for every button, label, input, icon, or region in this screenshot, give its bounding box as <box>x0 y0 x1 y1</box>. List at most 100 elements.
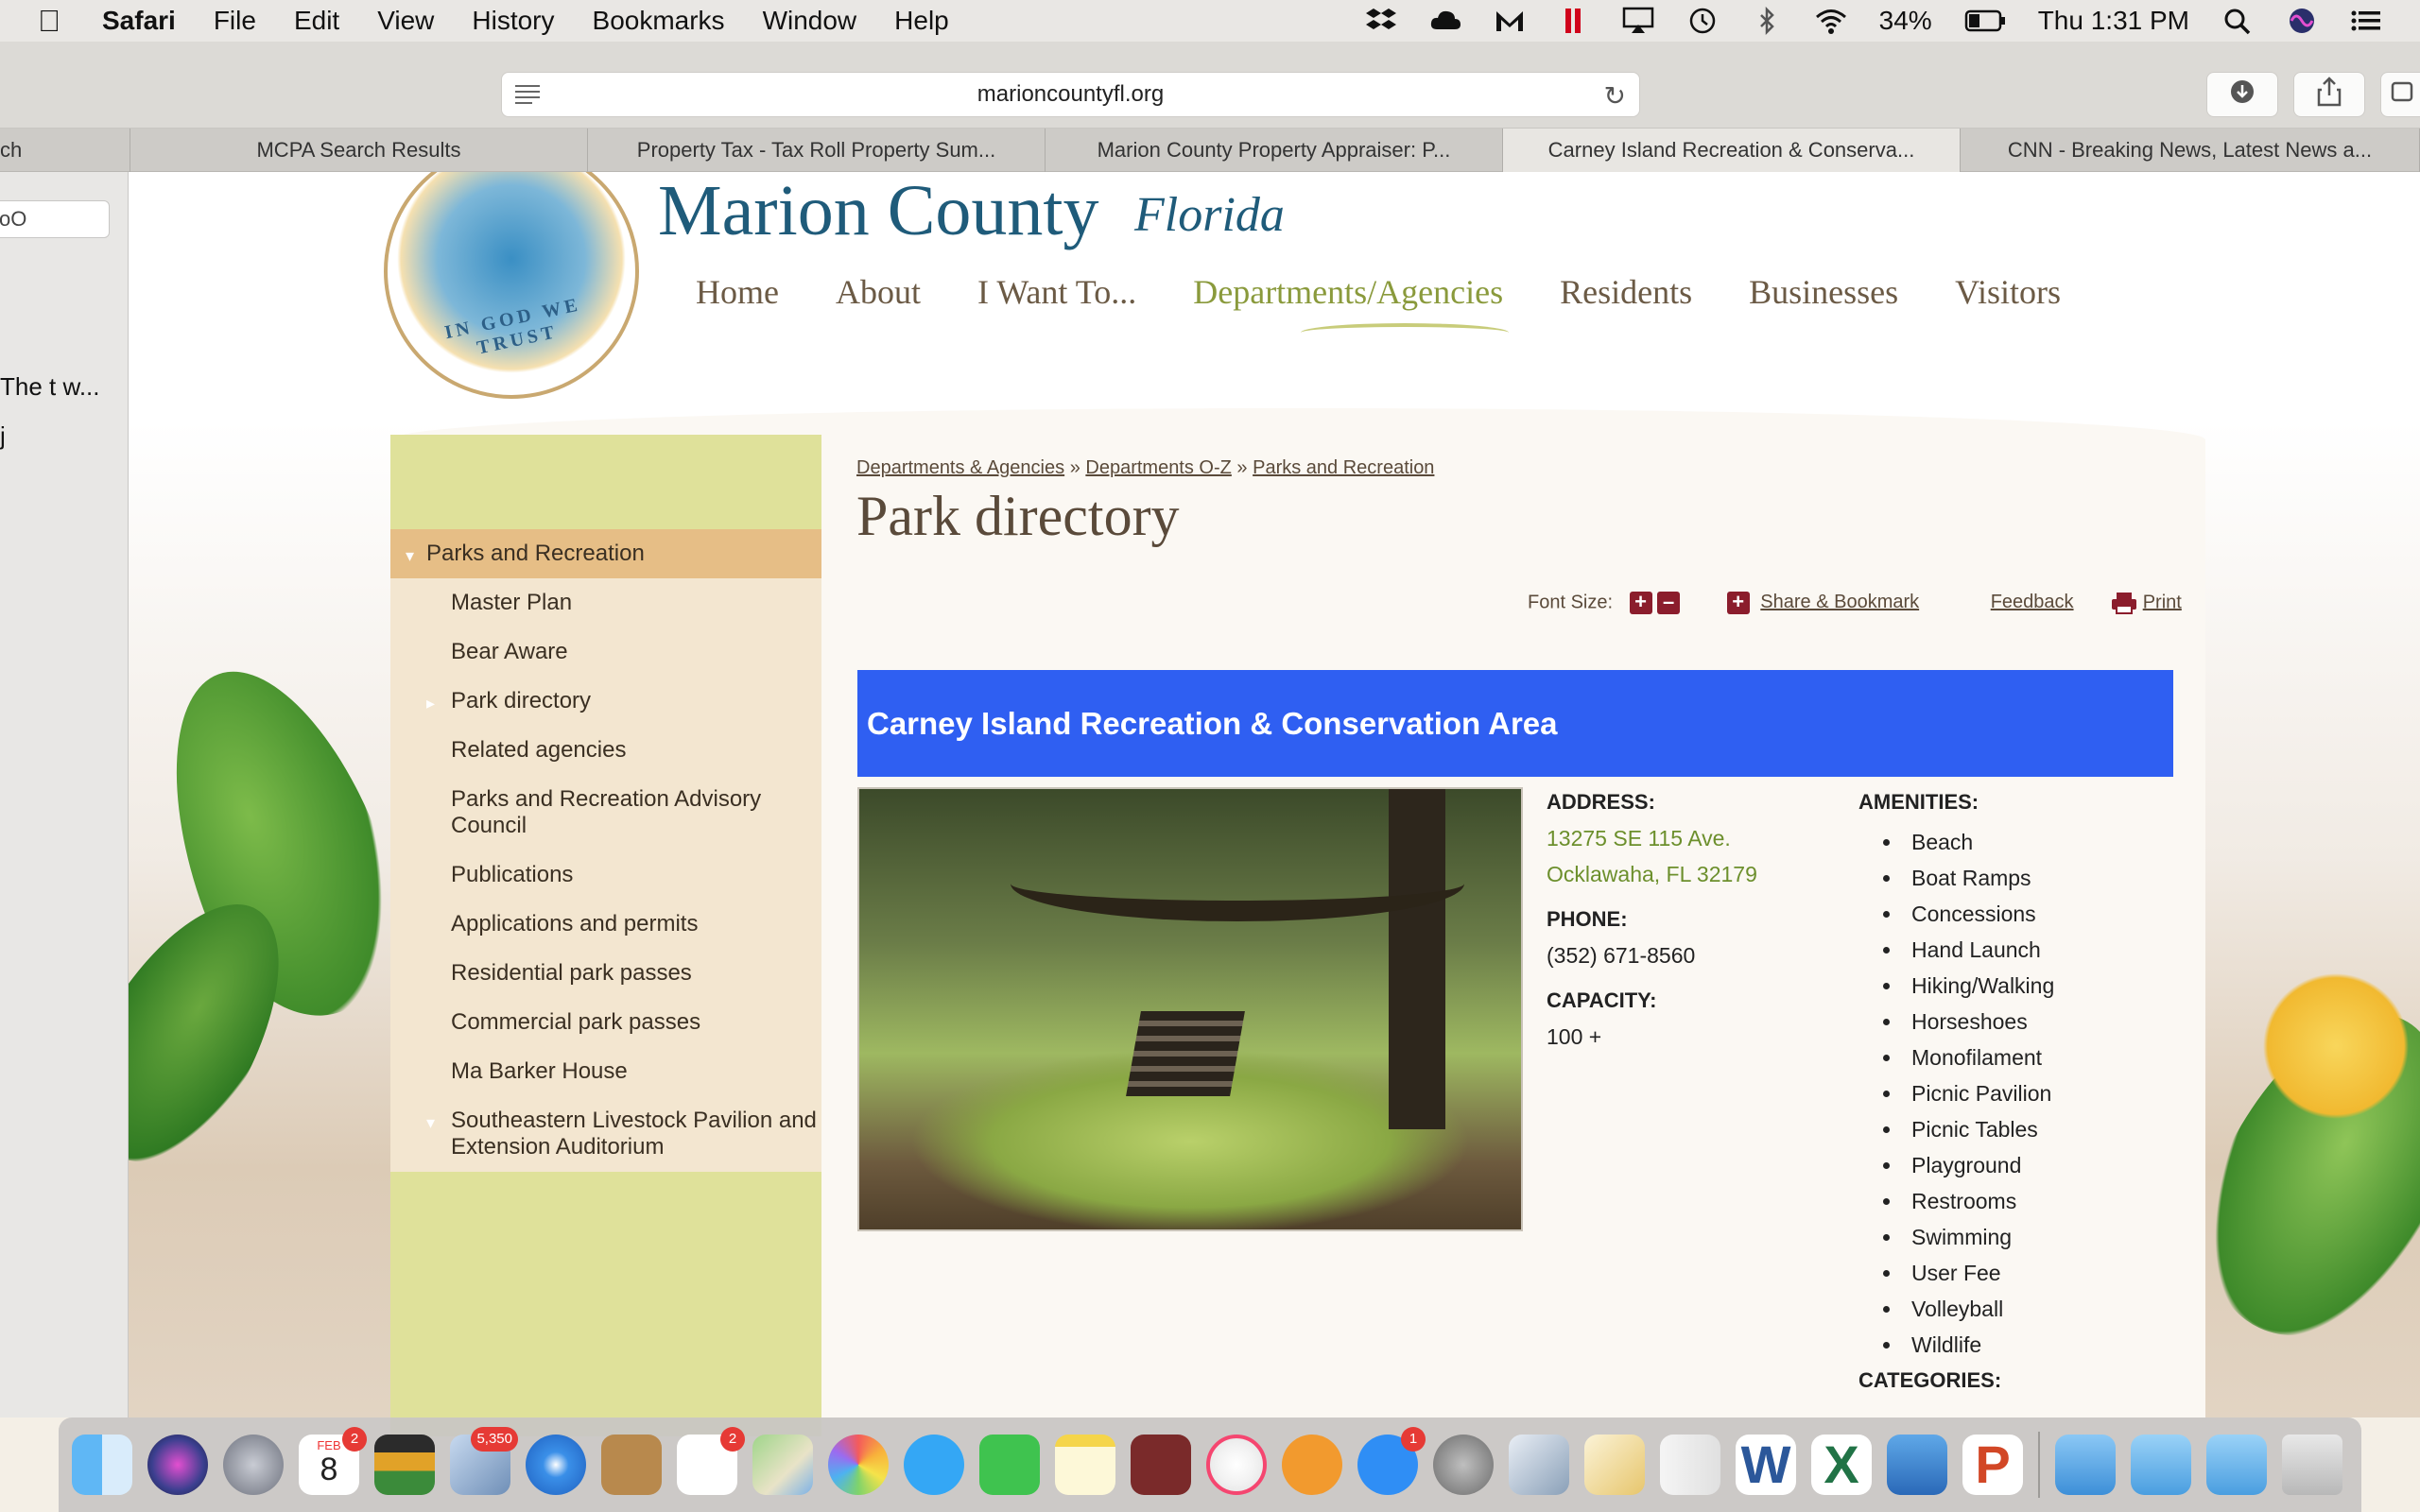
print-link[interactable]: Print <box>2143 592 2182 612</box>
section-nav-item[interactable]: Bear Aware <box>390 627 821 677</box>
menu-file[interactable]: File <box>214 6 256 36</box>
printer-icon[interactable] <box>2111 592 2137 614</box>
menu-window[interactable]: Window <box>763 6 857 36</box>
menu-clock[interactable]: Thu 1:31 PM <box>2038 6 2189 36</box>
share-bookmark-link[interactable]: Share & Bookmark <box>1760 592 1919 612</box>
parallels-desktop-icon[interactable] <box>1887 1435 1947 1495</box>
address-line-2[interactable]: Ocklawaha, FL 32179 <box>1547 862 1757 887</box>
site-subtitle[interactable]: Florida <box>1134 187 1285 243</box>
finder-icon[interactable] <box>72 1435 132 1495</box>
numbers-icon[interactable] <box>1660 1435 1720 1495</box>
tab-1[interactable]: MCPA Search Results <box>130 129 588 172</box>
nav-departments-agencies[interactable]: Departments/Agencies <box>1193 272 1503 312</box>
contacts-icon[interactable] <box>601 1435 662 1495</box>
photo-booth-icon[interactable] <box>1131 1435 1191 1495</box>
section-nav-item[interactable]: Parks and Recreation Advisory Council <box>390 775 821 850</box>
trash-icon[interactable] <box>2282 1435 2342 1495</box>
nav-residents[interactable]: Residents <box>1560 272 1692 312</box>
share-button[interactable] <box>2293 72 2365 117</box>
section-nav-item[interactable]: ▾ Southeastern Livestock Pavilion and Ext… <box>390 1096 821 1172</box>
reader-view-icon[interactable] <box>513 82 542 107</box>
word-icon[interactable]: W <box>1736 1435 1796 1495</box>
pages-icon[interactable] <box>1584 1435 1645 1495</box>
share-plus-icon[interactable]: + <box>1726 592 1750 614</box>
nav-home[interactable]: Home <box>696 272 779 312</box>
cloud-icon[interactable] <box>1429 7 1461 35</box>
time-machine-icon[interactable] <box>1686 7 1719 35</box>
section-nav-item[interactable]: Publications <box>390 850 821 900</box>
notes-icon[interactable] <box>1055 1435 1115 1495</box>
address-bar[interactable]: marioncountyfl.org ↻ <box>501 72 1640 117</box>
photos-icon[interactable] <box>828 1435 889 1495</box>
nav-businesses[interactable]: Businesses <box>1749 272 1898 312</box>
nav-about[interactable]: About <box>836 272 921 312</box>
menu-bookmarks[interactable]: Bookmarks <box>593 6 725 36</box>
airplay-icon[interactable] <box>1622 7 1654 35</box>
ibooks-icon[interactable] <box>1282 1435 1342 1495</box>
app-store-icon[interactable]: 1 <box>1357 1427 1426 1495</box>
preview-icon[interactable] <box>1509 1435 1569 1495</box>
font-decrease-icon[interactable]: – <box>1657 592 1681 614</box>
tab-2[interactable]: Property Tax - Tax Roll Property Sum... <box>588 129 1046 172</box>
section-nav-item-current[interactable]: ▸ Park directory <box>390 677 821 726</box>
documents-folder-icon[interactable] <box>2206 1435 2267 1495</box>
apple-menu-icon[interactable]:  <box>38 4 76 39</box>
tab-3[interactable]: Marion County Property Appraiser: P... <box>1046 129 1503 172</box>
spotlight-icon[interactable] <box>2221 7 2254 35</box>
nav-visitors[interactable]: Visitors <box>1955 272 2061 312</box>
section-nav-item[interactable]: Residential park passes <box>390 949 821 998</box>
applications-folder-icon[interactable] <box>2055 1435 2116 1495</box>
facetime-icon[interactable] <box>979 1435 1040 1495</box>
tabs-overview-button[interactable] <box>2380 72 2420 117</box>
menu-history[interactable]: History <box>472 6 554 36</box>
tab-0[interactable]: ch <box>0 129 130 172</box>
gmail-icon[interactable] <box>1494 7 1526 35</box>
tab-5[interactable]: CNN - Breaking News, Latest News a... <box>1961 129 2420 172</box>
address-line-1[interactable]: 13275 SE 115 Ave. <box>1547 826 1731 851</box>
reminders-icon[interactable]: 2 <box>677 1427 745 1495</box>
section-nav-item[interactable]: Applications and permits <box>390 900 821 949</box>
notification-center-icon[interactable] <box>2350 7 2382 35</box>
section-nav-item[interactable]: Ma Barker House <box>390 1047 821 1096</box>
section-nav-item[interactable]: Related agencies <box>390 726 821 775</box>
feedback-link[interactable]: Feedback <box>1991 592 2074 612</box>
parallels-icon[interactable] <box>1558 7 1590 35</box>
siri-icon[interactable] <box>147 1435 208 1495</box>
breadcrumb-link[interactable]: Departments & Agencies <box>856 457 1064 478</box>
downloads-button[interactable] <box>2206 72 2278 117</box>
url-text[interactable]: marioncountyfl.org <box>977 81 1164 108</box>
menu-view[interactable]: View <box>377 6 434 36</box>
county-seal-logo[interactable]: IN GOD WE TRUST <box>384 172 639 399</box>
maps-icon[interactable] <box>752 1435 813 1495</box>
excel-icon[interactable]: X <box>1811 1435 1872 1495</box>
section-nav-item[interactable]: Master Plan <box>390 578 821 627</box>
powerpoint-icon[interactable]: P <box>1962 1435 2023 1495</box>
wifi-icon[interactable] <box>1815 7 1847 35</box>
sidebar-item[interactable]: The t w... <box>0 372 100 402</box>
menu-app-safari[interactable]: Safari <box>102 6 176 36</box>
dropbox-icon[interactable] <box>1365 7 1397 35</box>
nav-i-want-to[interactable]: I Want To... <box>977 272 1136 312</box>
menu-help[interactable]: Help <box>894 6 949 36</box>
messages-icon[interactable] <box>904 1435 964 1495</box>
launchpad-icon[interactable] <box>223 1435 284 1495</box>
section-nav-parks-and-recreation[interactable]: ▾ Parks and Recreation <box>390 529 821 578</box>
activity-monitor-icon[interactable] <box>374 1435 435 1495</box>
section-nav-item[interactable]: Commercial park passes <box>390 998 821 1047</box>
font-increase-icon[interactable]: + <box>1629 592 1652 614</box>
calendar-icon[interactable]: FEB 8 2 <box>299 1427 367 1495</box>
downloads-folder-icon[interactable] <box>2131 1435 2191 1495</box>
breadcrumb-link[interactable]: Departments O-Z <box>1085 457 1231 478</box>
tab-4-active[interactable]: Carney Island Recreation & Conserva... <box>1503 129 1961 172</box>
mail-icon[interactable]: 5,350 <box>450 1427 518 1495</box>
itunes-icon[interactable] <box>1206 1435 1267 1495</box>
system-preferences-icon[interactable] <box>1433 1435 1494 1495</box>
bluetooth-icon[interactable] <box>1751 6 1783 36</box>
breadcrumb-link[interactable]: Parks and Recreation <box>1253 457 1434 478</box>
sidebar-search-field[interactable]: oO <box>0 200 110 238</box>
reload-icon[interactable]: ↻ <box>1604 80 1626 112</box>
site-title[interactable]: Marion County <box>658 172 1099 252</box>
menu-edit[interactable]: Edit <box>294 6 339 36</box>
battery-icon[interactable] <box>1964 7 2006 35</box>
sidebar-item[interactable]: j <box>0 421 6 451</box>
